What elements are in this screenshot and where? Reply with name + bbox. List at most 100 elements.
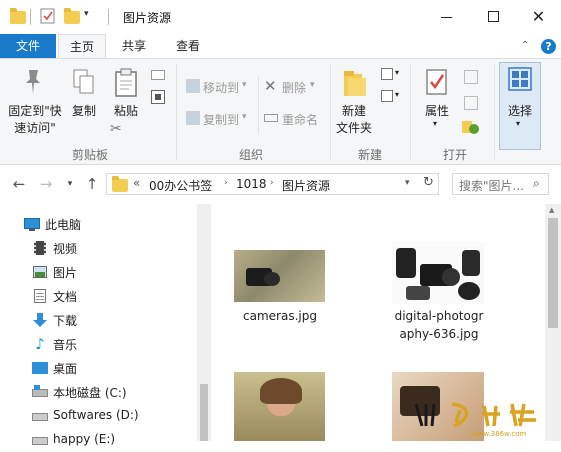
copy-to-icon — [186, 111, 200, 125]
computer-icon — [24, 216, 40, 232]
drive-icon — [32, 408, 48, 424]
paste-shortcut-icon[interactable] — [151, 90, 165, 104]
rename-button[interactable]: 重命名 — [264, 110, 324, 128]
forward-button[interactable]: → — [37, 174, 55, 194]
address-dropdown-icon[interactable]: ▾ — [405, 178, 410, 188]
delete-label: 删除 — [282, 81, 307, 95]
file-thumbnail — [392, 242, 484, 304]
qa-divider — [30, 9, 31, 25]
desktop-icon — [32, 360, 48, 376]
collapse-ribbon-icon[interactable]: ⌃ — [521, 40, 529, 51]
breadcrumb-item[interactable]: 00办公书签 — [149, 177, 212, 194]
nav-item-downloads[interactable]: 下载 — [0, 308, 210, 332]
watermark-logo: www.386w.com — [412, 396, 552, 438]
minimize-button[interactable] — [424, 0, 470, 34]
chevron-down-icon: ▾ — [395, 90, 400, 99]
file-item[interactable]: digital-photogr aphy-636.jpg — [380, 238, 498, 348]
cut-icon[interactable]: ✂ — [110, 121, 122, 137]
properties-icon — [426, 69, 447, 95]
recent-locations-icon[interactable]: ▾ — [61, 174, 79, 194]
address-overflow-icon[interactable]: « — [133, 176, 140, 190]
scrollbar-thumb[interactable] — [200, 384, 208, 441]
new-item-button[interactable]: ▾ — [381, 68, 399, 82]
properties-label: 属性 — [424, 104, 449, 118]
copy-button[interactable] — [72, 68, 96, 98]
properties-button[interactable] — [424, 68, 450, 98]
nav-pane-scrollbar[interactable] — [197, 204, 211, 441]
clipboard-group-label: 剪贴板 — [71, 148, 108, 162]
nav-item-videos[interactable]: 视频 — [0, 236, 210, 260]
up-button[interactable]: ↑ — [83, 174, 101, 194]
new-folder-icon — [344, 71, 366, 96]
file-item[interactable]: cameras.jpg — [226, 238, 334, 338]
new-folder-button[interactable] — [342, 68, 368, 98]
nav-item-pictures[interactable]: 图片 — [0, 260, 210, 284]
copy-icon — [73, 69, 94, 94]
file-name-line2: aphy-636.jpg — [399, 327, 479, 341]
chevron-right-icon[interactable]: › — [224, 178, 228, 188]
customize-quick-access-icon[interactable]: ▾ — [84, 9, 89, 19]
easy-access-button[interactable]: ▾ — [381, 90, 399, 104]
nav-item-drive-e[interactable]: happy (E:) — [0, 428, 210, 452]
edit-icon[interactable] — [464, 96, 478, 110]
breadcrumb-item[interactable]: 图片资源 — [282, 177, 330, 194]
paste-button[interactable] — [113, 68, 141, 100]
tab-file[interactable]: 文件 — [0, 34, 56, 58]
move-to-button[interactable]: 移动到 ▾ — [186, 78, 274, 96]
documents-icon — [32, 288, 48, 304]
file-name: cameras.jpg — [243, 309, 317, 323]
pin-label-line1: 固定到"快 — [8, 104, 62, 118]
chevron-down-icon: ▾ — [395, 68, 400, 77]
group-separator — [410, 64, 411, 160]
window-title: 图片资源 — [123, 11, 172, 25]
pictures-icon — [32, 264, 48, 280]
maximize-button[interactable] — [470, 0, 516, 34]
new-group-label: 新建 — [357, 148, 382, 162]
music-icon: ♪ — [35, 335, 45, 353]
copy-to-button[interactable]: 复制到 ▾ — [186, 110, 274, 128]
chevron-down-icon: ▾ — [242, 80, 247, 90]
open-icon[interactable] — [464, 70, 478, 84]
close-button[interactable]: ✕ — [516, 0, 561, 34]
pin-to-quick-access-button[interactable] — [20, 66, 46, 102]
nav-item-drive-d[interactable]: Softwares (D:) — [0, 404, 210, 428]
copy-to-label: 复制到 — [203, 113, 240, 127]
tab-view[interactable]: 查看 — [164, 34, 212, 58]
new-item-icon — [381, 68, 393, 80]
help-icon[interactable]: ? — [541, 39, 556, 54]
delete-button[interactable]: ✕ 删除 ▾ — [264, 77, 324, 96]
organize-divider — [258, 76, 259, 134]
nav-item-desktop[interactable]: 桌面 — [0, 356, 210, 380]
select-button[interactable]: 选择 ▾ — [499, 62, 541, 150]
group-separator — [494, 64, 495, 160]
chevron-down-icon: ▾ — [516, 119, 521, 128]
tab-home[interactable]: 主页 — [58, 34, 106, 59]
address-bar[interactable]: « 00办公书签 › 1018 › 图片资源 ▾ ↻ — [106, 173, 439, 195]
copy-path-icon[interactable] — [151, 70, 165, 80]
nav-item-music[interactable]: ♪ 音乐 — [0, 332, 210, 356]
drive-icon — [32, 384, 48, 400]
search-placeholder: 搜索"图片... — [459, 179, 524, 193]
refresh-icon[interactable]: ↻ — [423, 175, 434, 190]
delete-icon: ✕ — [264, 77, 277, 95]
tab-share[interactable]: 共享 — [110, 34, 158, 58]
scroll-up-icon[interactable]: ▲ — [549, 206, 554, 214]
file-thumbnail[interactable] — [234, 372, 325, 441]
scrollbar-thumb[interactable] — [548, 218, 558, 328]
nav-item-this-pc[interactable]: 此电脑 — [0, 212, 210, 236]
breadcrumb-item[interactable]: 1018 — [236, 177, 267, 191]
easy-access-icon — [381, 90, 393, 102]
chevron-right-icon[interactable]: › — [270, 178, 274, 188]
group-separator — [176, 64, 177, 160]
search-box[interactable]: 搜索"图片... ⌕ — [452, 173, 549, 195]
file-name-line1: digital-photogr — [394, 309, 484, 323]
back-button[interactable]: ← — [10, 174, 28, 194]
nav-item-documents[interactable]: 文档 — [0, 284, 210, 308]
open-group-label: 打开 — [442, 148, 467, 162]
properties-quick-icon[interactable] — [40, 8, 56, 24]
new-folder-quick-icon[interactable] — [64, 8, 80, 24]
select-label: 选择 — [507, 104, 532, 118]
nav-item-drive-c[interactable]: 本地磁盘 (C:) — [0, 380, 210, 404]
history-icon[interactable] — [462, 121, 480, 135]
chevron-down-icon: ▾ — [242, 112, 247, 122]
